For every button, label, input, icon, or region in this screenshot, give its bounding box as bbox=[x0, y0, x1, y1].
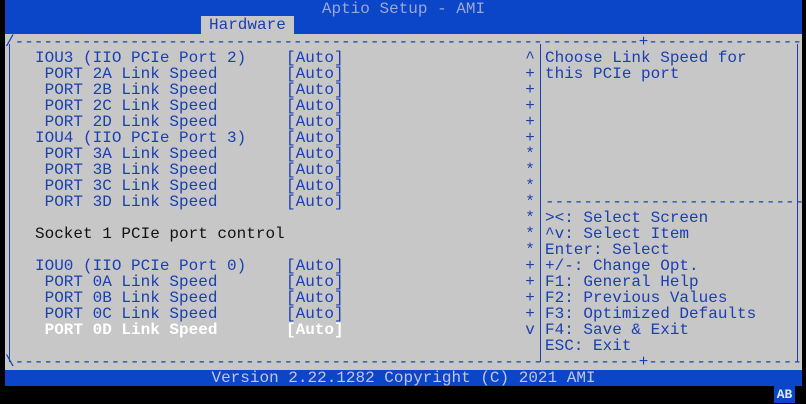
menu-item-label: PORT 2A Link Speed bbox=[35, 65, 218, 83]
menu-item-value[interactable]: [Auto] bbox=[286, 290, 344, 306]
menu-item-value[interactable]: [Auto] bbox=[286, 66, 344, 82]
menu-item-value[interactable]: [Auto] bbox=[286, 258, 344, 274]
menu-item-label: PORT 0B Link Speed bbox=[35, 289, 218, 307]
help-divider: ------------------------------ bbox=[545, 193, 802, 211]
menu-item-value[interactable]: [Auto] bbox=[286, 178, 344, 194]
menu-item[interactable]: PORT 0B Link Speed [Auto] + bbox=[5, 290, 538, 306]
key-help-select-screen: ><: Select Screen bbox=[545, 209, 709, 227]
menu-item[interactable]: PORT 2D Link Speed [Auto] + bbox=[5, 114, 538, 130]
menu-item-value[interactable]: [Auto] bbox=[286, 82, 344, 98]
menu-item[interactable]: IOU3 (IIO PCIe Port 2) [Auto] ^ bbox=[5, 50, 538, 66]
scroll-indicator: * bbox=[525, 177, 535, 195]
help-description-line: this PCIe port bbox=[545, 65, 680, 83]
scroll-indicator: + bbox=[525, 65, 535, 83]
menu-item-value[interactable]: [Auto] bbox=[286, 162, 344, 178]
app-title: Aptio Setup - AMI bbox=[321, 0, 486, 18]
menu-item[interactable]: PORT 2A Link Speed [Auto] + bbox=[5, 66, 538, 82]
menu-item-value[interactable]: [Auto] bbox=[286, 98, 344, 114]
menu-item-label: PORT 3D Link Speed bbox=[35, 193, 218, 211]
menu-item[interactable]: PORT 3A Link Speed [Auto] * bbox=[5, 146, 538, 162]
top-bar: Aptio Setup - AMI Hardware bbox=[5, 0, 802, 34]
frame-center-divider bbox=[540, 44, 541, 362]
menu-item-label: PORT 3A Link Speed bbox=[35, 145, 218, 163]
menu-item[interactable]: PORT 2B Link Speed [Auto] + bbox=[5, 82, 538, 98]
scroll-indicator: + bbox=[525, 305, 535, 323]
menu-item-value[interactable]: [Auto] bbox=[286, 274, 344, 290]
menu-item[interactable]: IOU4 (IIO PCIe Port 3) [Auto] + bbox=[5, 130, 538, 146]
menu-item[interactable]: PORT 3D Link Speed [Auto] * bbox=[5, 194, 538, 210]
key-help-change-opt: +/-: Change Opt. bbox=[545, 257, 699, 275]
menu-item-label: PORT 2C Link Speed bbox=[35, 97, 218, 115]
status-badge: AB bbox=[774, 386, 795, 403]
menu-item-value[interactable]: [Auto] bbox=[286, 130, 344, 146]
scroll-indicator: * bbox=[525, 161, 535, 179]
menu-spacer: * bbox=[5, 210, 538, 226]
scroll-indicator: + bbox=[525, 289, 535, 307]
version-bar: Version 2.22.1282 Copyright (C) 2021 AMI bbox=[5, 370, 802, 386]
key-help-esc-exit: ESC: Exit bbox=[545, 337, 632, 355]
menu-item-value[interactable]: [Auto] bbox=[286, 194, 344, 210]
menu-item[interactable]: PORT 3C Link Speed [Auto] * bbox=[5, 178, 538, 194]
menu-item-label: PORT 0C Link Speed bbox=[35, 305, 218, 323]
tab-hardware[interactable]: Hardware bbox=[201, 16, 294, 34]
menu-item-label: IOU3 (IIO PCIe Port 2) bbox=[35, 49, 247, 67]
scroll-indicator: + bbox=[525, 273, 535, 291]
menu-item-value[interactable]: [Auto] bbox=[286, 50, 344, 66]
menu-item-value[interactable]: [Auto] bbox=[286, 146, 344, 162]
menu-item[interactable]: PORT 3B Link Speed [Auto] * bbox=[5, 162, 538, 178]
scroll-indicator: + bbox=[525, 81, 535, 99]
menu-item-label: PORT 3B Link Speed bbox=[35, 161, 218, 179]
menu-item-label: PORT 2B Link Speed bbox=[35, 81, 218, 99]
menu-item-label: IOU0 (IIO PCIe Port 0) bbox=[35, 257, 247, 275]
menu-item-value[interactable]: [Auto] bbox=[286, 114, 344, 130]
scroll-indicator: * bbox=[525, 145, 535, 163]
scroll-indicator: * bbox=[525, 193, 535, 211]
key-help-save-exit: F4: Save & Exit bbox=[545, 321, 690, 339]
menu-item[interactable]: PORT 0A Link Speed [Auto] + bbox=[5, 274, 538, 290]
menu-item-label: Socket 1 PCIe port control bbox=[35, 225, 285, 243]
scroll-indicator: * bbox=[525, 225, 535, 243]
scroll-indicator: v bbox=[525, 321, 535, 339]
menu-item[interactable]: PORT 2C Link Speed [Auto] + bbox=[5, 98, 538, 114]
key-help-previous-values: F2: Previous Values bbox=[545, 289, 728, 307]
scroll-indicator: + bbox=[525, 129, 535, 147]
scroll-indicator: * bbox=[525, 209, 535, 227]
scroll-indicator: + bbox=[525, 113, 535, 131]
menu-item-label: PORT 2D Link Speed bbox=[35, 113, 218, 131]
menu-item-label: PORT 0D Link Speed bbox=[35, 321, 218, 339]
help-description-line: Choose Link Speed for bbox=[545, 49, 747, 67]
menu-item[interactable]: IOU0 (IIO PCIe Port 0) [Auto] + bbox=[5, 258, 538, 274]
menu-item-label: PORT 0A Link Speed bbox=[35, 273, 218, 291]
menu-spacer: * bbox=[5, 242, 538, 258]
scroll-indicator: + bbox=[525, 257, 535, 275]
menu-item[interactable]: PORT 0C Link Speed [Auto] + bbox=[5, 306, 538, 322]
key-help-select-item: ^v: Select Item bbox=[545, 225, 690, 243]
scroll-indicator: + bbox=[525, 97, 535, 115]
key-help-general-help: F1: General Help bbox=[545, 273, 699, 291]
frame-bottom-border: \---------------------------------------… bbox=[5, 353, 802, 370]
menu-item-value[interactable]: [Auto] bbox=[286, 322, 344, 338]
frame-top-border: /---------------------------------------… bbox=[5, 34, 802, 51]
menu-item-label: IOU4 (IIO PCIe Port 3) bbox=[35, 129, 247, 147]
scroll-indicator: ^ bbox=[525, 49, 535, 67]
menu-item-label: PORT 3C Link Speed bbox=[35, 177, 218, 195]
menu-item-value[interactable]: [Auto] bbox=[286, 306, 344, 322]
menu-item-selected[interactable]: PORT 0D Link Speed [Auto] v bbox=[5, 322, 538, 338]
menu-item: Socket 1 PCIe port control * bbox=[5, 226, 538, 242]
setup-panel: /---------------------------------------… bbox=[5, 34, 802, 370]
key-help-enter: Enter: Select bbox=[545, 241, 670, 259]
scroll-indicator: * bbox=[525, 241, 535, 259]
key-help-optimized-defaults: F3: Optimized Defaults bbox=[545, 305, 757, 323]
